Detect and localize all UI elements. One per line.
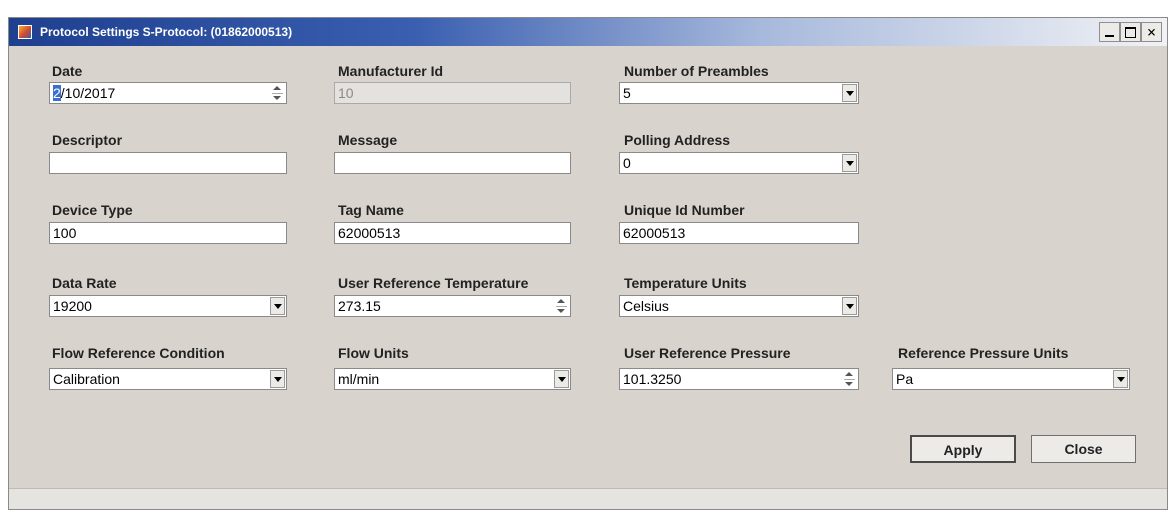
temperature-units-select[interactable]: Celsius [619, 295, 859, 317]
status-bar [9, 488, 1167, 509]
tag-name-label: Tag Name [338, 202, 404, 218]
app-icon [18, 25, 32, 39]
descriptor-label: Descriptor [52, 132, 123, 148]
date-value: /10/2017 [60, 85, 116, 101]
flow-units-select[interactable]: ml/min [334, 368, 571, 390]
pressure-spinner[interactable] [844, 371, 856, 387]
user-reference-temperature-input[interactable]: 273.15 [334, 295, 571, 317]
chevron-down-icon[interactable] [1113, 370, 1128, 388]
minimize-button[interactable] [1099, 22, 1120, 42]
data-rate-value: 19200 [53, 298, 92, 314]
descriptor-input[interactable] [49, 152, 287, 174]
protocol-settings-window: Protocol Settings S-Protocol: (018620005… [8, 17, 1168, 510]
user-reference-temperature-value: 273.15 [338, 298, 381, 314]
unique-id-number-label: Unique Id Number [624, 202, 745, 218]
manufacturer-id-label: Manufacturer Id [338, 63, 444, 79]
temperature-units-value: Celsius [623, 298, 669, 314]
tag-name-input[interactable]: 62000513 [334, 222, 571, 244]
close-window-button[interactable]: × [1141, 22, 1162, 42]
flow-units-label: Flow Units [338, 345, 409, 361]
date-label: Date [52, 63, 83, 79]
polling-address-select[interactable]: 0 [619, 152, 859, 174]
date-picker[interactable]: 2/10/2017 [49, 82, 287, 104]
close-button[interactable]: Close [1031, 435, 1136, 463]
temperature-spinner[interactable] [556, 298, 568, 314]
tag-name-value: 62000513 [338, 225, 401, 241]
polling-address-label: Polling Address [624, 132, 731, 148]
flow-reference-condition-label: Flow Reference Condition [52, 345, 225, 361]
reference-pressure-units-select[interactable]: Pa [892, 368, 1130, 390]
window-title: Protocol Settings S-Protocol: (018620005… [40, 25, 293, 39]
user-reference-pressure-input[interactable]: 101.3250 [619, 368, 859, 390]
message-label: Message [338, 132, 398, 148]
message-input[interactable] [334, 152, 571, 174]
apply-button[interactable]: Apply [910, 435, 1016, 463]
window-controls: × [1099, 22, 1162, 42]
chevron-down-icon[interactable] [270, 370, 285, 388]
flow-reference-condition-select[interactable]: Calibration [49, 368, 287, 390]
temperature-units-label: Temperature Units [624, 275, 747, 291]
reference-pressure-units-value: Pa [896, 371, 914, 387]
flow-reference-condition-value: Calibration [53, 371, 120, 387]
number-of-preambles-label: Number of Preambles [624, 63, 769, 79]
chevron-down-icon[interactable] [842, 84, 857, 102]
number-of-preambles-value: 5 [623, 85, 631, 101]
chevron-down-icon[interactable] [842, 297, 857, 315]
number-of-preambles-select[interactable]: 5 [619, 82, 859, 104]
title-bar[interactable]: Protocol Settings S-Protocol: (018620005… [9, 18, 1167, 46]
reference-pressure-units-label: Reference Pressure Units [898, 345, 1069, 361]
chevron-down-icon[interactable] [554, 370, 569, 388]
unique-id-number-input[interactable]: 62000513 [619, 222, 859, 244]
manufacturer-id-value: 10 [338, 85, 354, 101]
date-selected-segment: 2 [53, 85, 61, 101]
device-type-input[interactable]: 100 [49, 222, 287, 244]
data-rate-select[interactable]: 19200 [49, 295, 287, 317]
date-spinner[interactable] [272, 85, 284, 101]
user-reference-pressure-value: 101.3250 [623, 371, 682, 387]
user-reference-temperature-label: User Reference Temperature [338, 275, 529, 291]
unique-id-number-value: 62000513 [623, 225, 686, 241]
maximize-button[interactable] [1120, 22, 1141, 42]
device-type-value: 100 [53, 225, 77, 241]
polling-address-value: 0 [623, 155, 631, 171]
maximize-icon [1125, 27, 1136, 38]
close-icon: × [1146, 23, 1157, 41]
data-rate-label: Data Rate [52, 275, 117, 291]
manufacturer-id-input: 10 [334, 82, 571, 104]
chevron-down-icon[interactable] [842, 154, 857, 172]
device-type-label: Device Type [52, 202, 133, 218]
flow-units-value: ml/min [338, 371, 380, 387]
user-reference-pressure-label: User Reference Pressure [624, 345, 791, 361]
minimize-icon [1105, 35, 1114, 37]
chevron-down-icon[interactable] [270, 297, 285, 315]
